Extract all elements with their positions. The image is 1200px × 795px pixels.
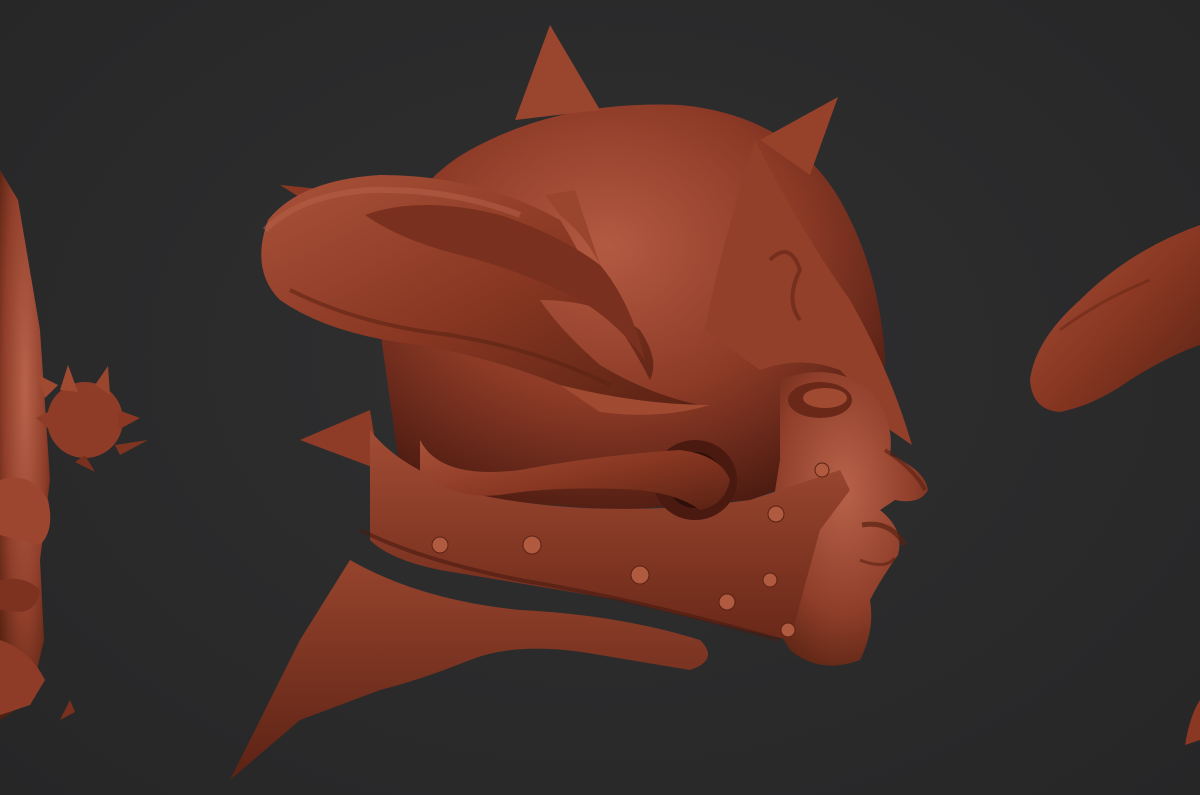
central-helmet-head bbox=[230, 25, 928, 780]
rear-spike bbox=[300, 410, 380, 470]
left-spiked-ornament bbox=[36, 365, 148, 472]
top-spike bbox=[515, 25, 600, 120]
sculpt-render bbox=[0, 25, 1200, 780]
right-partial-horn bbox=[1030, 225, 1200, 745]
left-partial-head bbox=[0, 170, 148, 720]
sculpt-viewport bbox=[0, 0, 1200, 795]
